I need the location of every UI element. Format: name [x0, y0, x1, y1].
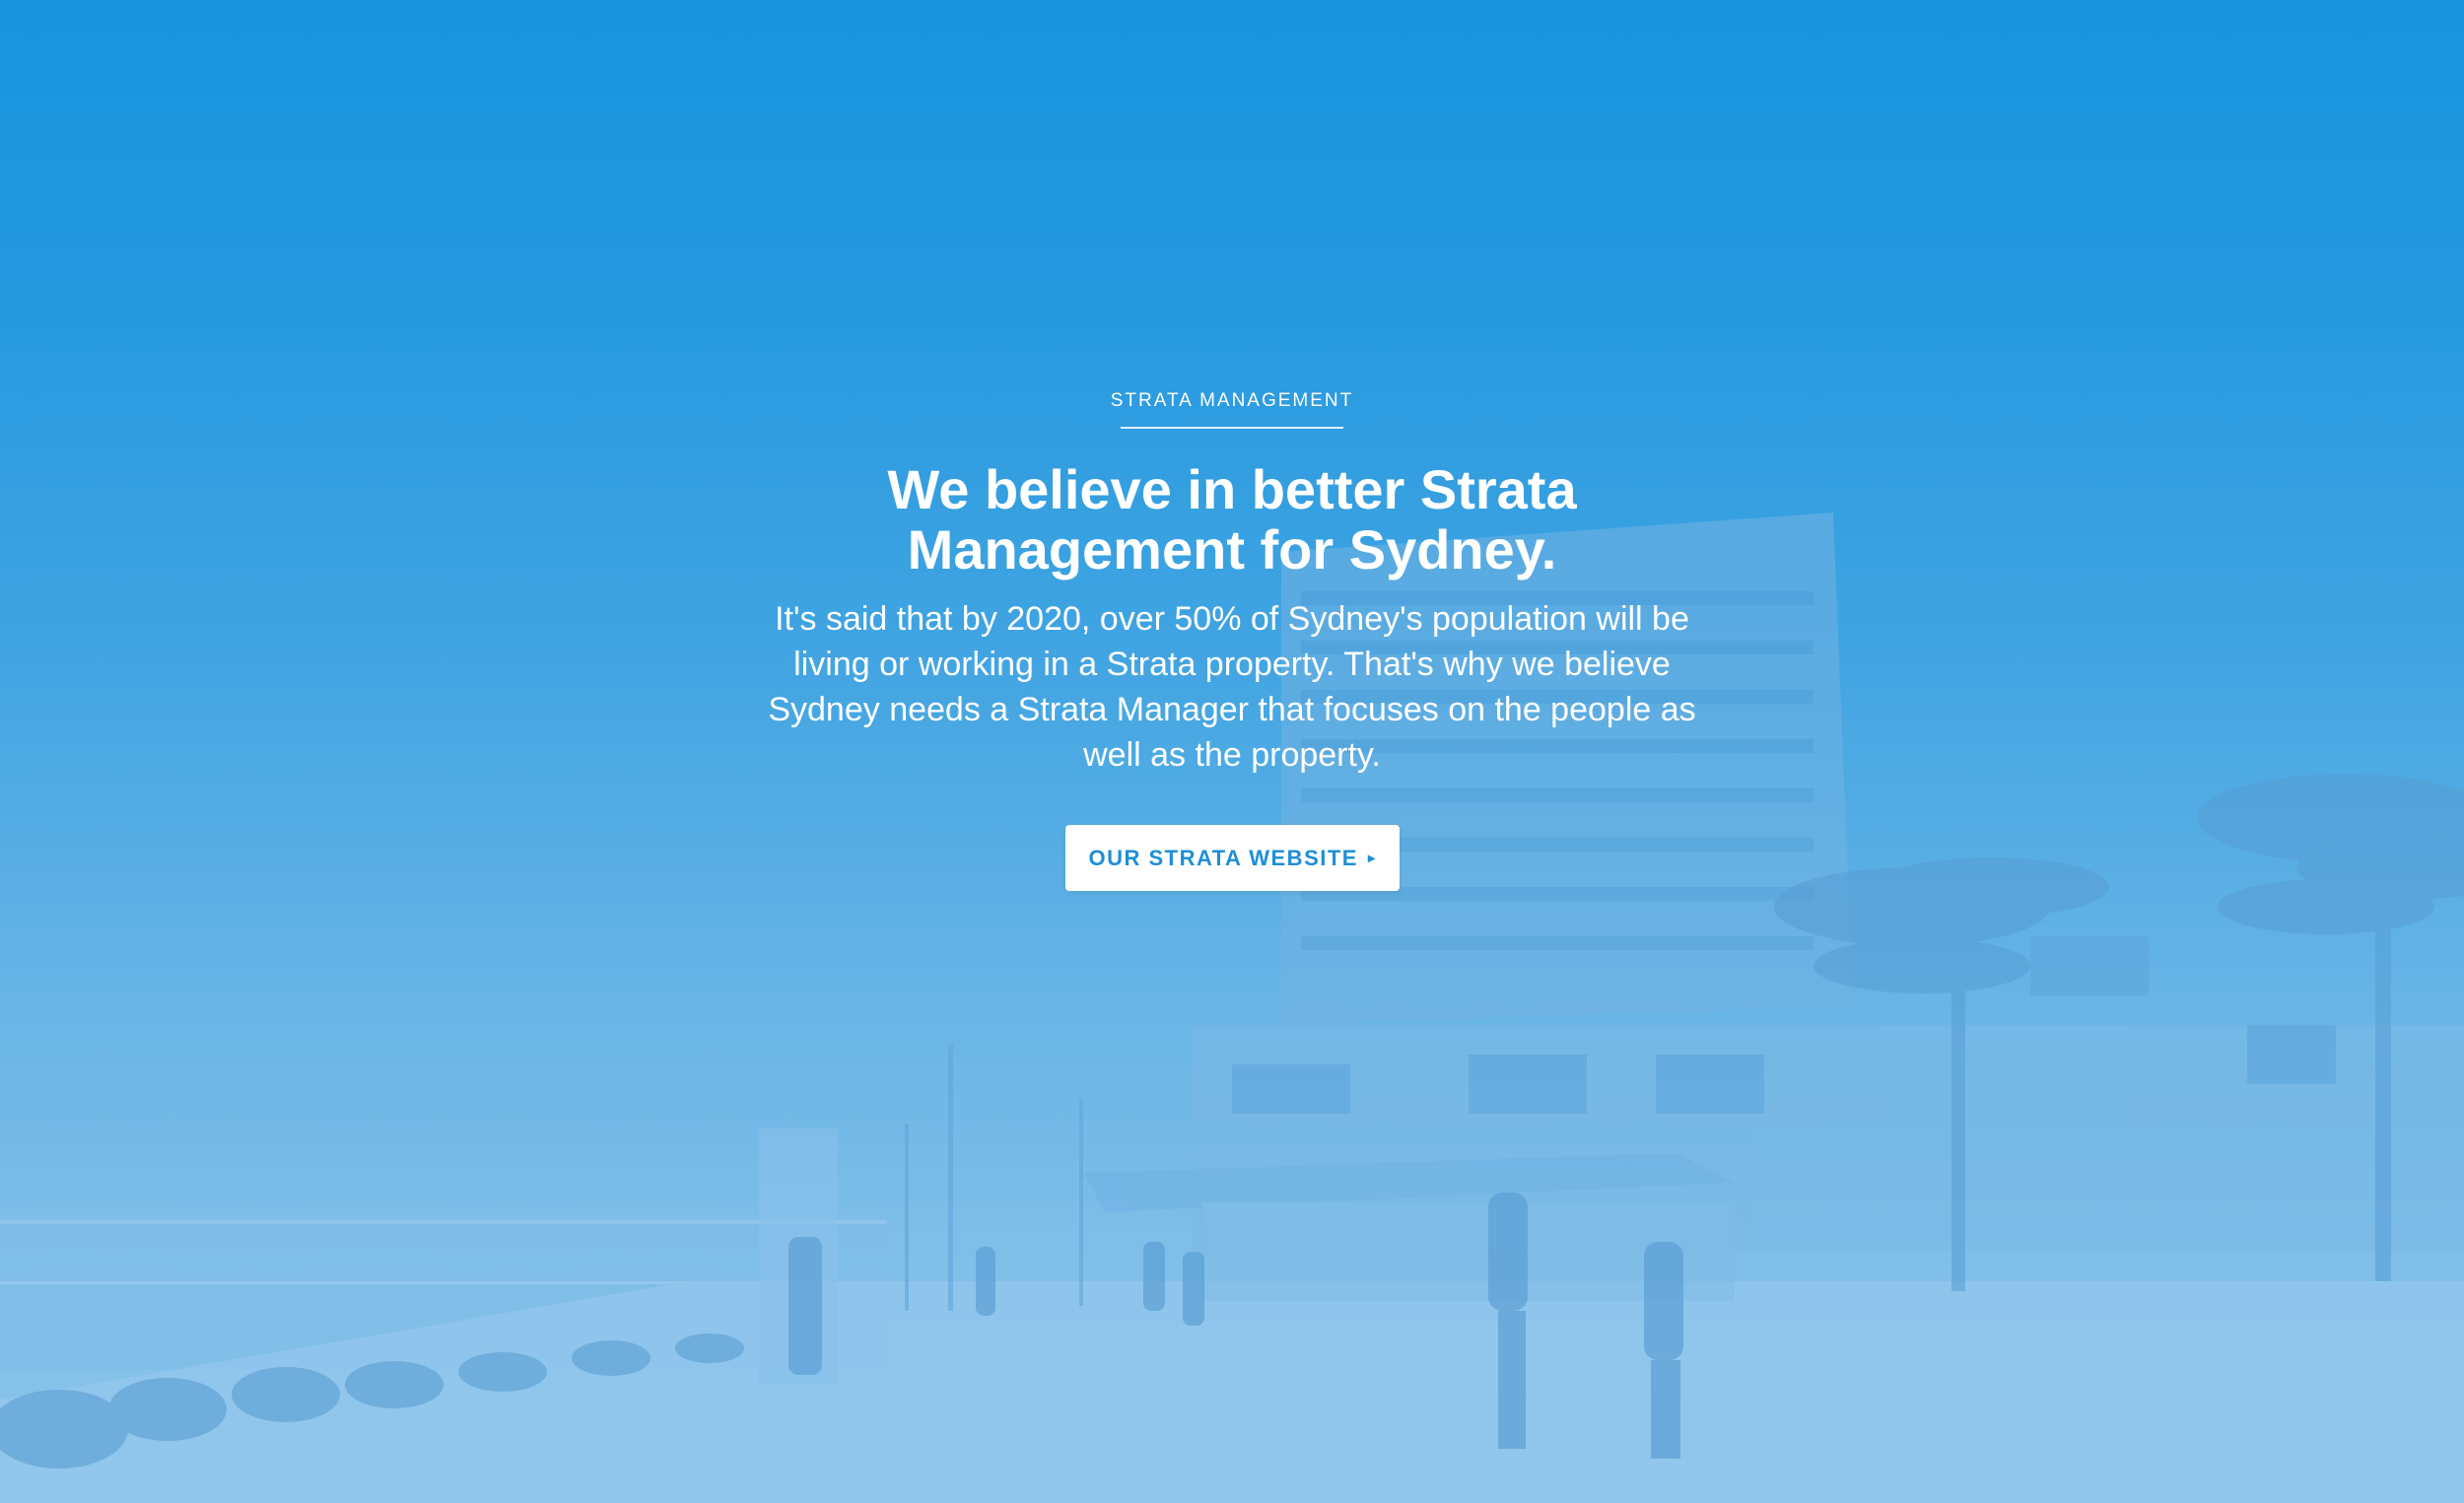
- strata-website-button-label: OUR STRATA WEBSITE: [1088, 845, 1358, 870]
- strata-website-button[interactable]: OUR STRATA WEBSITE ▸: [1065, 825, 1400, 891]
- hero-content: STRATA MANAGEMENT We believe in better S…: [0, 0, 2464, 1503]
- hero-section: STRATA MANAGEMENT We believe in better S…: [0, 0, 2464, 1503]
- eyebrow-underline: [1121, 427, 1343, 429]
- section-eyebrow: STRATA MANAGEMENT: [1110, 390, 1354, 411]
- hero-headline: We believe in better Strata Management f…: [887, 458, 1577, 581]
- play-arrow-icon: ▸: [1367, 850, 1377, 865]
- hero-description: It's said that by 2020, over 50% of Sydn…: [768, 600, 1696, 774]
